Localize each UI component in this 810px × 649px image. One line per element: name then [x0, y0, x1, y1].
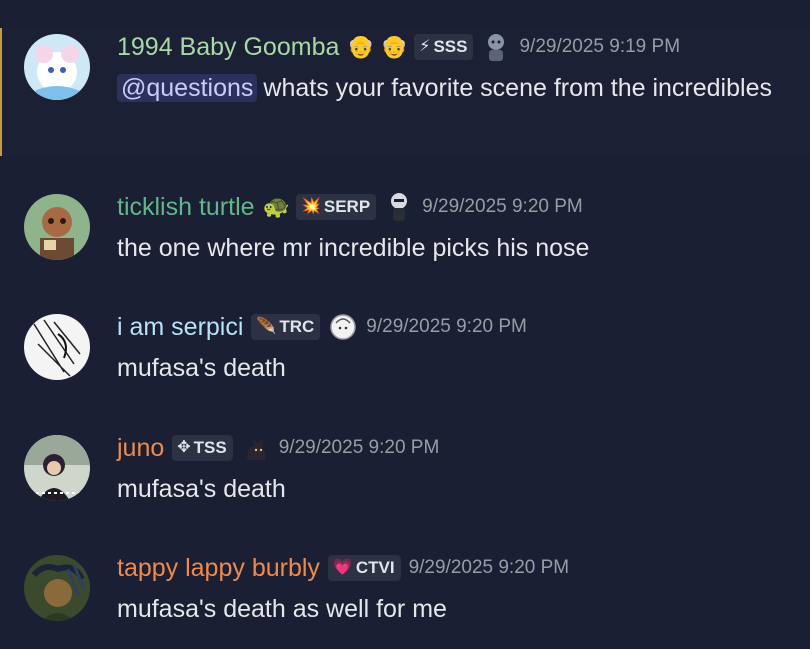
message-content: @questions whats your favorite scene from… [117, 68, 797, 108]
avatar[interactable] [24, 314, 90, 380]
message-header: 1994 Baby Goomba 👴 👴 ⚡ SSS 9/29/2025 9:1… [117, 30, 680, 64]
black-cat-icon [246, 438, 266, 460]
character-icon [391, 193, 408, 221]
message-text: mufasa's death [117, 475, 286, 503]
tag-label: TRC [279, 317, 315, 336]
character-icon [330, 314, 357, 340]
server-tag[interactable]: 💗 CTVI [327, 555, 401, 581]
tag-label: CTVI [355, 558, 395, 577]
message-text: whats your favorite scene from the incre… [263, 74, 772, 102]
lightning-icon: ⚡ [419, 38, 431, 55]
avatar[interactable] [24, 555, 90, 621]
message-content: mufasa's death as well for me [117, 589, 797, 629]
server-tag[interactable]: ✥ TSS [172, 435, 233, 461]
heart-icon: 💗 [332, 559, 353, 576]
message-item[interactable]: i am serpici 🪶 TRC 9/29/2025 9:20 PM muf… [0, 308, 810, 398]
server-tag[interactable]: ⚡ SSS [414, 34, 474, 60]
message-header: ticklish turtle 🐢 💥 SERP 9/29/2025 9:20 … [117, 190, 583, 224]
avatar[interactable] [24, 34, 90, 100]
timestamp: 9/29/2025 9:20 PM [408, 557, 570, 578]
message-text: mufasa's death as well for me [117, 595, 447, 623]
timestamp: 9/29/2025 9:20 PM [366, 316, 527, 337]
server-tag[interactable]: 🪶 TRC [251, 314, 321, 340]
role-mention[interactable]: @questions [117, 74, 258, 102]
message-content: mufasa's death [117, 348, 797, 388]
tag-label: SERP [323, 197, 371, 216]
message-item[interactable]: juno ✥ TSS 9/29/2025 9:20 PM mufasa's de… [0, 429, 810, 519]
message-content: mufasa's death [117, 469, 797, 509]
feather-icon: 🪶 [256, 318, 277, 335]
username[interactable]: 1994 Baby Goomba [117, 30, 339, 64]
character-icon [488, 34, 505, 61]
message-item[interactable]: 1994 Baby Goomba 👴 👴 ⚡ SSS 9/29/2025 9:1… [0, 28, 810, 156]
message-item[interactable]: ticklish turtle 🐢 💥 SERP 9/29/2025 9:20 … [0, 188, 810, 278]
tag-label: TSS [193, 438, 227, 457]
message-content: the one where mr incredible picks his no… [117, 228, 797, 268]
timestamp: 9/29/2025 9:19 PM [519, 36, 681, 57]
message-text: the one where mr incredible picks his no… [117, 234, 590, 262]
tag-label: SSS [433, 37, 468, 56]
server-tag[interactable]: 💥 SERP [295, 194, 377, 220]
message-header: juno ✥ TSS 9/29/2025 9:20 PM [117, 431, 439, 465]
avatar[interactable] [24, 194, 90, 260]
message-text: mufasa's death [117, 354, 286, 382]
message-item[interactable]: tappy lappy burbly 💗 CTVI 9/29/2025 9:20… [0, 549, 810, 639]
slime-icon: 💥 [300, 198, 321, 215]
username[interactable]: juno [117, 431, 164, 465]
old-man-emoji: 👴 [380, 34, 409, 59]
message-header: i am serpici 🪶 TRC 9/29/2025 9:20 PM [117, 310, 527, 344]
timestamp: 9/29/2025 9:20 PM [422, 196, 583, 217]
dpad-icon: ✥ [177, 439, 191, 456]
chat-messages: 1994 Baby Goomba 👴 👴 ⚡ SSS 9/29/2025 9:1… [0, 0, 810, 649]
turtle-emoji: 🐢 [262, 194, 290, 219]
message-header: tappy lappy burbly 💗 CTVI 9/29/2025 9:20… [117, 551, 569, 585]
timestamp: 9/29/2025 9:20 PM [278, 437, 440, 458]
username[interactable]: ticklish turtle [117, 190, 255, 224]
old-man-emoji: 👴 [347, 34, 375, 59]
avatar[interactable] [24, 435, 90, 501]
username[interactable]: i am serpici [117, 310, 243, 344]
username[interactable]: tappy lappy burbly [117, 551, 320, 585]
